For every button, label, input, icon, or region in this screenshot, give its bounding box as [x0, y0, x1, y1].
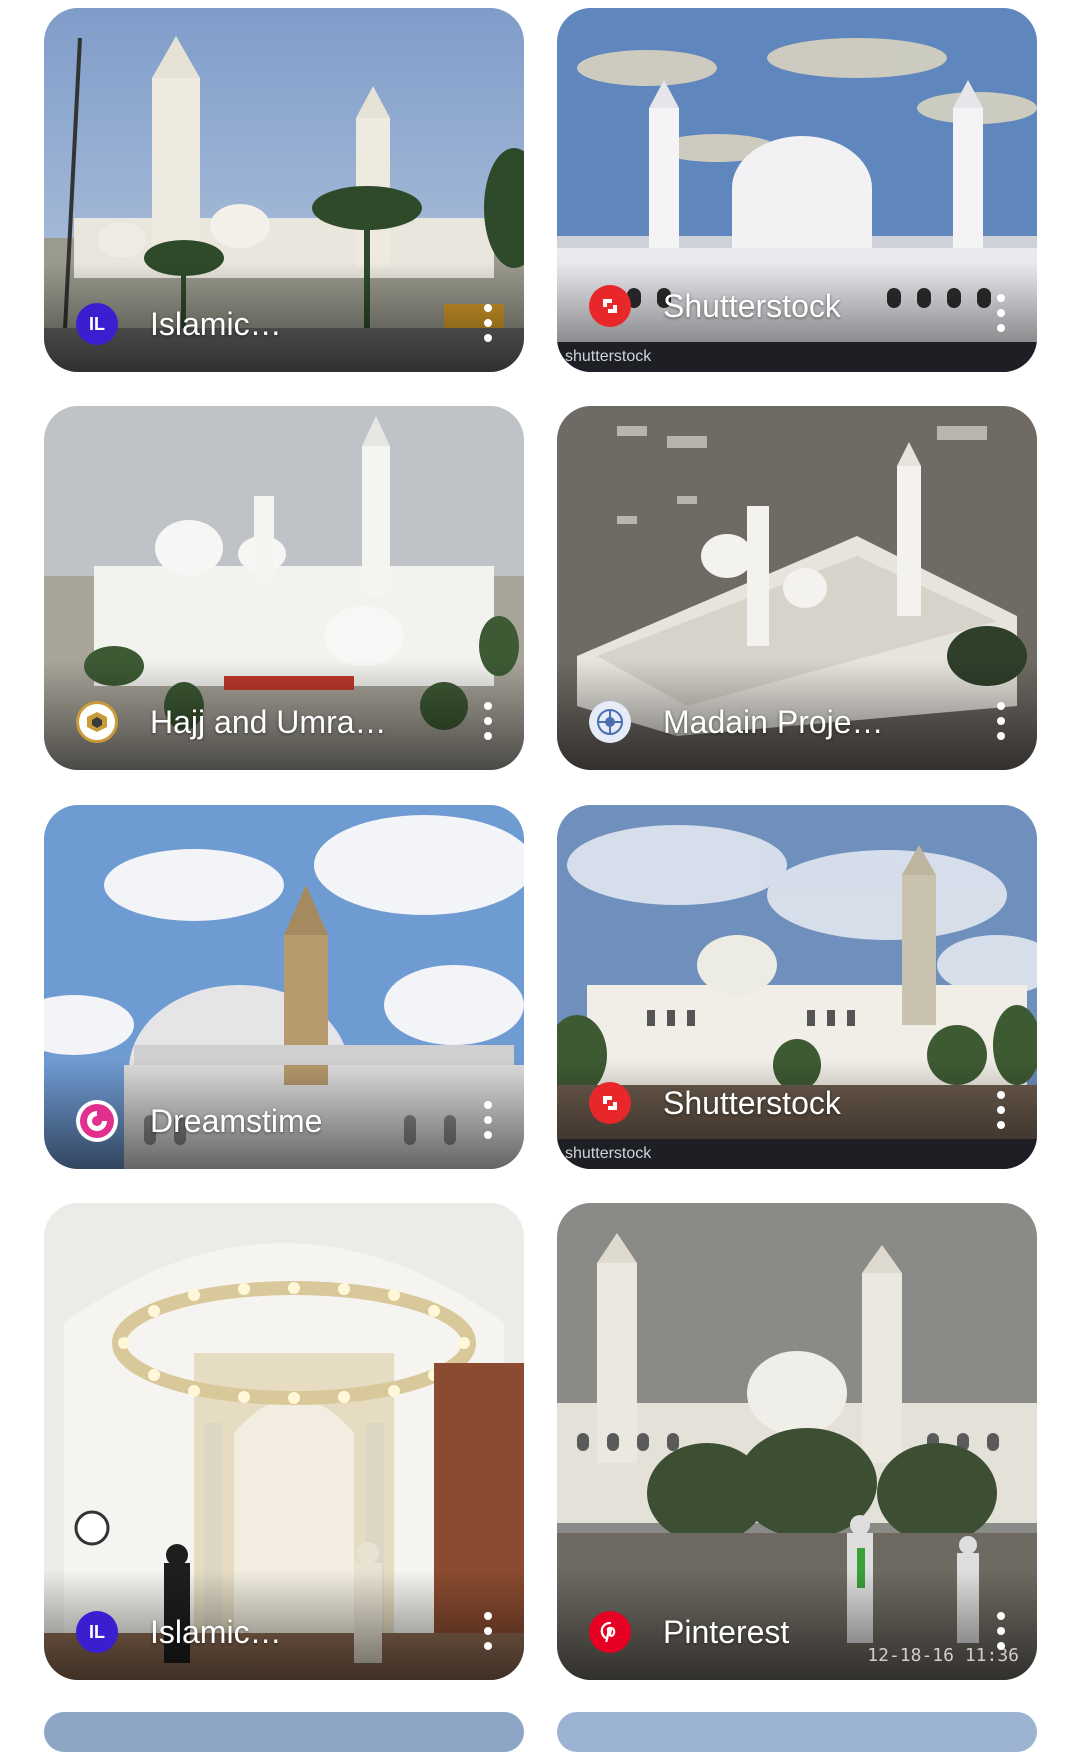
card-footer: Shutterstock [557, 258, 1037, 354]
icon-text: IL [89, 1621, 105, 1642]
image-result-card[interactable]: 12-18-16 11:36 Pinterest [557, 1203, 1037, 1680]
more-options-icon[interactable] [478, 304, 498, 342]
source-name[interactable]: Islamic… [150, 1614, 282, 1651]
source-name[interactable]: Islamic… [150, 306, 282, 343]
more-options-icon[interactable] [478, 1101, 498, 1139]
dreamstime-logo-icon [76, 1100, 118, 1142]
image-result-card[interactable]: Madain Proje… [557, 406, 1037, 770]
card-footer: Shutterstock [557, 1055, 1037, 1151]
more-options-icon[interactable] [991, 294, 1011, 332]
card-footer: Hajj and Umra… [44, 674, 524, 770]
source-name[interactable]: Hajj and Umra… [150, 704, 387, 741]
image-result-card[interactable]: IL Islamic… [44, 1203, 524, 1680]
card-footer: IL Islamic… [44, 1584, 524, 1680]
shutterstock-logo-icon [589, 285, 631, 327]
source-name[interactable]: Shutterstock [663, 1085, 841, 1122]
icon-text: IL [89, 313, 105, 334]
card-footer: Madain Proje… [557, 674, 1037, 770]
image-result-card-partial[interactable] [557, 1712, 1037, 1752]
il-logo-icon: IL [76, 1611, 118, 1653]
more-options-icon[interactable] [991, 1612, 1011, 1650]
shutterstock-logo-icon [589, 1082, 631, 1124]
more-options-icon[interactable] [991, 702, 1011, 740]
source-name[interactable]: Dreamstime [150, 1103, 322, 1140]
card-footer: IL Islamic… [44, 276, 524, 372]
more-options-icon[interactable] [478, 702, 498, 740]
source-name[interactable]: Shutterstock [663, 288, 841, 325]
image-result-card[interactable]: IL Islamic… [44, 8, 524, 372]
pinterest-logo-icon [589, 1611, 631, 1653]
more-options-icon[interactable] [478, 1612, 498, 1650]
image-results-grid: IL Islamic… shutterstock Shutterstock Ha… [0, 0, 1080, 1752]
madain-logo-icon [589, 701, 631, 743]
image-result-card[interactable]: Dreamstime [44, 805, 524, 1169]
source-name[interactable]: Pinterest [663, 1614, 789, 1651]
source-name[interactable]: Madain Proje… [663, 704, 884, 741]
il-logo-icon: IL [76, 303, 118, 345]
hajj-umrah-logo-icon [76, 701, 118, 743]
image-result-card[interactable]: Hajj and Umra… [44, 406, 524, 770]
image-result-card-partial[interactable] [44, 1712, 524, 1752]
image-result-card[interactable]: shutterstock Shutterstock [557, 8, 1037, 372]
card-footer: Dreamstime [44, 1073, 524, 1169]
card-footer: Pinterest [557, 1584, 1037, 1680]
more-options-icon[interactable] [991, 1091, 1011, 1129]
image-result-card[interactable]: shutterstock Shutterstock [557, 805, 1037, 1169]
